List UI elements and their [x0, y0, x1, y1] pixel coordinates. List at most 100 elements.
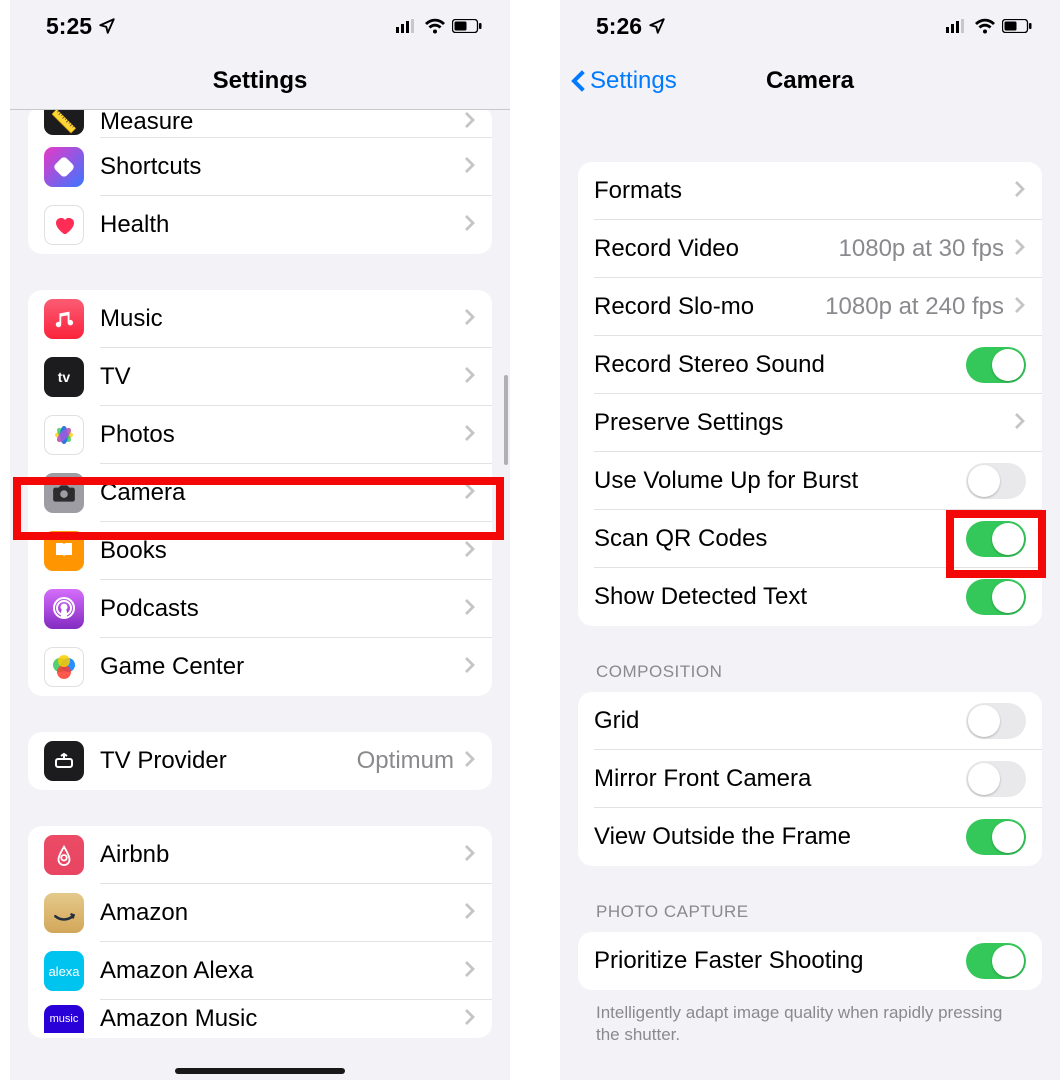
settings-scroll[interactable]: 📏 Measure Shortcuts Health	[10, 110, 510, 1080]
toggle-mirror-front[interactable]	[966, 761, 1026, 797]
settings-row-game-center[interactable]: Game Center	[28, 638, 492, 696]
settings-row-health[interactable]: Health	[28, 196, 492, 254]
camera-row-mirror-front: Mirror Front Camera	[578, 750, 1042, 808]
row-label: Airbnb	[100, 841, 464, 869]
settings-row-shortcuts[interactable]: Shortcuts	[28, 138, 492, 196]
group-header-composition: COMPOSITION	[560, 662, 1060, 692]
row-label: Record Slo-mo	[594, 293, 825, 321]
row-label: Photos	[100, 421, 464, 449]
home-indicator[interactable]	[175, 1068, 345, 1074]
row-label: Podcasts	[100, 595, 464, 623]
chevron-right-icon	[464, 305, 476, 333]
nav-bar: Settings Camera	[560, 52, 1060, 110]
toggle-detected-text[interactable]	[966, 579, 1026, 615]
camera-row-formats[interactable]: Formats	[578, 162, 1042, 220]
row-label: Preserve Settings	[594, 409, 1014, 437]
cell-signal-icon	[946, 19, 968, 33]
camera-row-record-video[interactable]: Record Video 1080p at 30 fps	[578, 220, 1042, 278]
settings-row-alexa[interactable]: alexa Amazon Alexa	[28, 942, 492, 1000]
toggle-view-outside-frame[interactable]	[966, 819, 1026, 855]
camera-row-record-slomo[interactable]: Record Slo-mo 1080p at 240 fps	[578, 278, 1042, 336]
group-header-photo-capture: PHOTO CAPTURE	[560, 902, 1060, 932]
row-label: Record Video	[594, 235, 839, 263]
scrollbar[interactable]	[504, 375, 508, 465]
settings-group-media: Music tv TV Photos	[28, 290, 492, 696]
shortcuts-icon	[44, 147, 84, 187]
battery-icon	[452, 19, 482, 33]
camera-row-detected-text: Show Detected Text	[578, 568, 1042, 626]
location-icon	[648, 17, 666, 35]
chevron-right-icon	[464, 479, 476, 507]
row-label: Scan QR Codes	[594, 525, 966, 553]
chevron-right-icon	[464, 110, 476, 136]
chevron-right-icon	[1014, 177, 1026, 205]
chevron-right-icon	[464, 537, 476, 565]
toggle-prioritize-faster[interactable]	[966, 943, 1026, 979]
group-footer-photo-capture: Intelligently adapt image quality when r…	[560, 996, 1060, 1046]
toggle-volume-burst[interactable]	[966, 463, 1026, 499]
row-label: Measure	[100, 110, 464, 136]
chevron-right-icon	[464, 899, 476, 927]
settings-row-tv-provider[interactable]: TV Provider Optimum	[28, 732, 492, 790]
row-label: Show Detected Text	[594, 583, 966, 611]
camera-row-view-outside-frame: View Outside the Frame	[578, 808, 1042, 866]
back-button[interactable]: Settings	[570, 52, 677, 110]
settings-row-airbnb[interactable]: Airbnb	[28, 826, 492, 884]
chevron-right-icon	[1014, 409, 1026, 437]
row-label: Record Stereo Sound	[594, 351, 966, 379]
books-icon	[44, 531, 84, 571]
camera-row-volume-burst: Use Volume Up for Burst	[578, 452, 1042, 510]
location-icon	[98, 17, 116, 35]
row-label: Formats	[594, 177, 1014, 205]
row-label: Prioritize Faster Shooting	[594, 947, 966, 975]
settings-row-amazon-music[interactable]: music Amazon Music	[28, 1000, 492, 1038]
cell-signal-icon	[396, 19, 418, 33]
photos-icon	[44, 415, 84, 455]
phone-settings: 5:25 Settings 📏 Measure	[10, 0, 510, 1080]
camera-scroll[interactable]: Formats Record Video 1080p at 30 fps Rec…	[560, 118, 1060, 1080]
settings-row-books[interactable]: Books	[28, 522, 492, 580]
wifi-icon	[974, 18, 996, 34]
settings-row-measure[interactable]: 📏 Measure	[28, 110, 492, 138]
measure-icon: 📏	[44, 110, 84, 135]
amazon-icon	[44, 893, 84, 933]
status-bar: 5:25	[10, 0, 510, 52]
row-label: TV	[100, 363, 464, 391]
alexa-icon: alexa	[44, 951, 84, 991]
chevron-right-icon	[1014, 293, 1026, 321]
status-time: 5:26	[596, 13, 642, 40]
status-bar: 5:26	[560, 0, 1060, 52]
music-icon	[44, 299, 84, 339]
row-label: Amazon	[100, 899, 464, 927]
settings-row-camera[interactable]: Camera	[28, 464, 492, 522]
settings-group-tv-provider: TV Provider Optimum	[28, 732, 492, 790]
chevron-right-icon	[464, 211, 476, 239]
chevron-right-icon	[464, 841, 476, 869]
row-label: Shortcuts	[100, 153, 464, 181]
battery-icon	[1002, 19, 1032, 33]
chevron-right-icon	[464, 595, 476, 623]
settings-row-amazon[interactable]: Amazon	[28, 884, 492, 942]
amazon-music-icon: music	[44, 1005, 84, 1033]
toggle-grid[interactable]	[966, 703, 1026, 739]
phone-camera-settings: 5:26 Settings Camera Formats Recor	[560, 0, 1060, 1080]
chevron-right-icon	[464, 653, 476, 681]
chevron-right-icon	[464, 421, 476, 449]
settings-row-music[interactable]: Music	[28, 290, 492, 348]
settings-row-podcasts[interactable]: Podcasts	[28, 580, 492, 638]
camera-row-preserve-settings[interactable]: Preserve Settings	[578, 394, 1042, 452]
row-label: Grid	[594, 707, 966, 735]
status-time: 5:25	[46, 13, 92, 40]
camera-row-prioritize-faster: Prioritize Faster Shooting	[578, 932, 1042, 990]
game-center-icon	[44, 647, 84, 687]
toggle-scan-qr[interactable]	[966, 521, 1026, 557]
settings-row-photos[interactable]: Photos	[28, 406, 492, 464]
chevron-left-icon	[570, 69, 586, 93]
settings-row-tv[interactable]: tv TV	[28, 348, 492, 406]
camera-group-photo-capture: Prioritize Faster Shooting	[578, 932, 1042, 990]
camera-row-grid: Grid	[578, 692, 1042, 750]
row-value: 1080p at 240 fps	[825, 293, 1004, 321]
toggle-stereo-sound[interactable]	[966, 347, 1026, 383]
chevron-right-icon	[464, 957, 476, 985]
row-label: TV Provider	[100, 747, 357, 775]
